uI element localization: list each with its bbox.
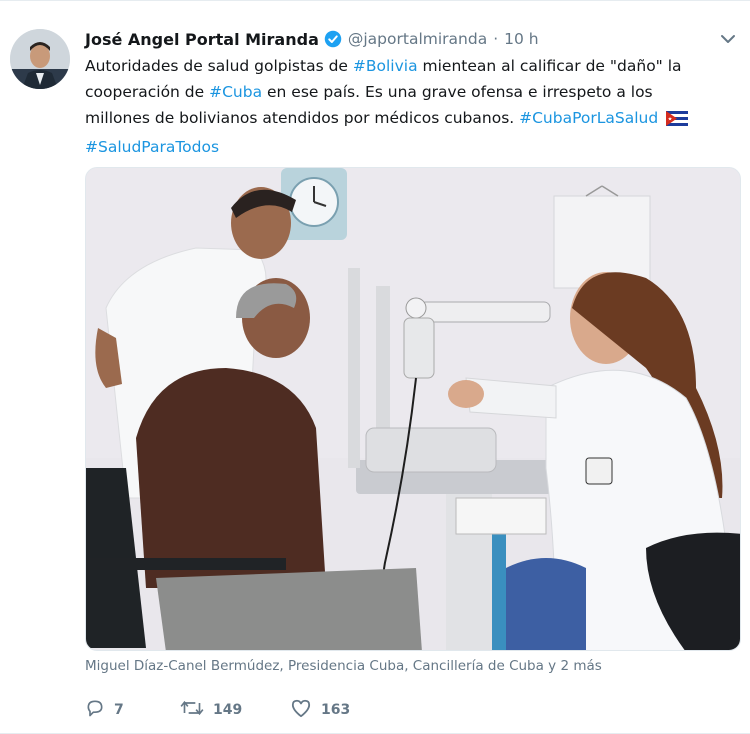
verified-badge-icon bbox=[324, 30, 342, 48]
reply-button[interactable]: 7 bbox=[85, 698, 180, 722]
text-fragment: mientean al calificar de "daño" la bbox=[417, 57, 682, 75]
reply-count: 7 bbox=[114, 702, 124, 718]
tweet-timestamp[interactable]: 10 h bbox=[504, 30, 538, 48]
hashtag-saludparatodos[interactable]: #SaludParaTodos bbox=[85, 138, 219, 156]
text-fragment: Autoridades de salud golpistas de bbox=[85, 57, 353, 75]
retweet-count: 149 bbox=[213, 702, 243, 718]
tweet-card[interactable]: José Angel Portal Miranda @japortalmiran… bbox=[0, 0, 750, 734]
author-name[interactable]: José Angel Portal Miranda bbox=[85, 30, 319, 49]
reply-icon bbox=[85, 698, 105, 722]
retweet-icon bbox=[180, 698, 204, 722]
tweet-text: Autoridades de salud golpistas de #Boliv… bbox=[85, 53, 740, 160]
cuba-flag-icon bbox=[666, 108, 689, 134]
hashtag-cuba[interactable]: #Cuba bbox=[209, 83, 262, 101]
chevron-down-icon[interactable] bbox=[716, 29, 740, 49]
hashtag-cubaporlasalud[interactable]: #CubaPorLaSalud bbox=[519, 109, 658, 127]
tweet-actions: 7 149 163 bbox=[85, 698, 350, 722]
tweet-header: José Angel Portal Miranda @japortalmiran… bbox=[85, 27, 710, 51]
text-fragment: cooperación de bbox=[85, 83, 210, 101]
text-fragment: millones de bolivianos atendidos por méd… bbox=[85, 109, 520, 127]
like-icon bbox=[290, 698, 312, 722]
like-count: 163 bbox=[321, 702, 351, 718]
retweet-button[interactable]: 149 bbox=[180, 698, 290, 722]
hashtag-bolivia[interactable]: #Bolivia bbox=[353, 57, 418, 75]
header-separator: · bbox=[493, 30, 499, 48]
avatar[interactable] bbox=[10, 29, 70, 89]
tweet-photo[interactable] bbox=[85, 167, 741, 651]
author-handle[interactable]: @japortalmiranda bbox=[348, 30, 487, 48]
photo-tagged-users[interactable]: Miguel Díaz-Canel Bermúdez, Presidencia … bbox=[85, 658, 602, 674]
text-fragment: en ese país. Es una grave ofensa e irres… bbox=[262, 83, 653, 101]
like-button[interactable]: 163 bbox=[290, 698, 350, 722]
photo-illustration bbox=[86, 168, 740, 650]
